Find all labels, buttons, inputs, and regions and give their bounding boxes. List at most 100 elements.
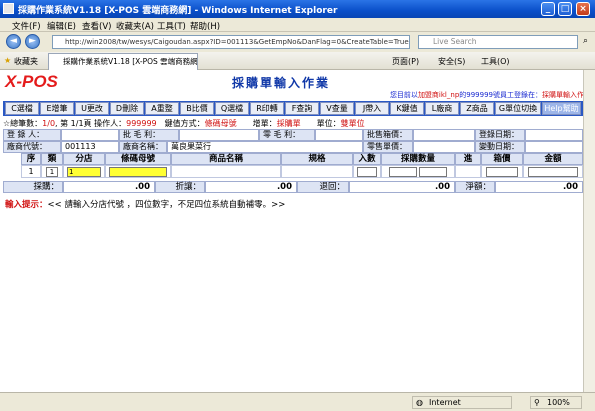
purchase-value: .00 bbox=[63, 181, 155, 193]
address-input[interactable]: http://win2008/tw/wesys/Caigoudan.aspx?I… bbox=[52, 35, 410, 49]
vendor-code-label: 廠商代號： bbox=[3, 141, 61, 153]
tool-page[interactable]: 页面(P) bbox=[392, 56, 419, 67]
btn-reset[interactable]: A重整 bbox=[145, 102, 179, 115]
menu-favorites[interactable]: 收藏夹(A) bbox=[116, 20, 154, 32]
btn-add[interactable]: E增筆 bbox=[40, 102, 74, 115]
minimize-button[interactable]: _ bbox=[541, 2, 555, 16]
btn-import[interactable]: J帶入 bbox=[355, 102, 389, 115]
zone-indicator: ◍ Internet bbox=[412, 396, 512, 409]
unit-label: 單位： bbox=[316, 119, 341, 128]
forward-icon[interactable]: ► bbox=[25, 34, 40, 49]
summary-row: 採購： .00 折讓： .00 退回： .00 淨額： .00 bbox=[3, 181, 583, 193]
status-line: ☆總筆數：1/0, 第 1/1頁 操作人：999999 鍵值方式：條碼母號 增單… bbox=[3, 119, 365, 128]
col-branch: 分店 bbox=[63, 153, 105, 165]
pack-input[interactable] bbox=[357, 167, 377, 177]
add-label: 增單： bbox=[252, 119, 277, 128]
menu-help[interactable]: 帮助(H) bbox=[190, 20, 220, 32]
amount-input[interactable] bbox=[528, 167, 578, 177]
btn-vendor[interactable]: L廠商 bbox=[425, 102, 459, 115]
barcode-input[interactable] bbox=[109, 167, 167, 177]
page-title: 採購單輸入作業 bbox=[232, 76, 331, 90]
search-icon[interactable]: ⌕ bbox=[583, 36, 588, 46]
cell-pack bbox=[353, 165, 381, 178]
btn-help[interactable]: Help幫助 bbox=[542, 102, 581, 115]
cell-seq: 1 bbox=[21, 165, 41, 178]
browser-tab[interactable]: 採購作業系統V1.18 [X-POS 雲端商務網] bbox=[48, 53, 198, 70]
vendor-code-field[interactable]: 001113 bbox=[61, 141, 119, 153]
btn-product[interactable]: Z商品 bbox=[460, 102, 494, 115]
reg-date-label: 登錄日期： bbox=[475, 129, 525, 141]
branch-input[interactable]: 1 bbox=[67, 167, 101, 177]
zoom-icon: ⚲ bbox=[534, 398, 540, 407]
reg-person-label: 登 錄 人： bbox=[3, 129, 61, 141]
zoom-control[interactable]: ⚲ 100% bbox=[530, 396, 582, 409]
col-amount: 金額 bbox=[523, 153, 583, 165]
btn-delete[interactable]: D刪除 bbox=[110, 102, 144, 115]
star-icon[interactable]: ★ bbox=[4, 56, 11, 65]
col-seq: 序 bbox=[21, 153, 41, 165]
menu-view[interactable]: 查看(V) bbox=[82, 20, 111, 32]
col-box-price: 箱價 bbox=[481, 153, 523, 165]
qty-box-input[interactable] bbox=[388, 167, 417, 177]
btn-qty[interactable]: V查量 bbox=[320, 102, 354, 115]
retail-price-label: 零售單價： bbox=[363, 141, 413, 153]
btn-update[interactable]: U更改 bbox=[75, 102, 109, 115]
tool-safety[interactable]: 安全(S) bbox=[438, 56, 465, 67]
wholesale-field[interactable] bbox=[413, 129, 475, 141]
gross-field[interactable] bbox=[179, 129, 259, 141]
col-qty: 採購數量 bbox=[381, 153, 455, 165]
cell-in bbox=[455, 165, 481, 178]
favorites-label[interactable]: 收藏夹 bbox=[14, 56, 38, 67]
page-content: X-POS 採購單輸入作業 您目前以加盟商ikl_np的999999號員工登錄在… bbox=[0, 70, 595, 392]
col-pack: 入數 bbox=[353, 153, 381, 165]
menu-edit[interactable]: 编辑(E) bbox=[47, 20, 76, 32]
retail-gross-field[interactable] bbox=[315, 129, 363, 141]
box-price-input[interactable] bbox=[486, 167, 518, 177]
cell-amount bbox=[523, 165, 583, 178]
cell-branch: 1 bbox=[63, 165, 105, 178]
menu-tools[interactable]: 工具(T) bbox=[157, 20, 186, 32]
wholesale-label: 批售箱價： bbox=[363, 129, 413, 141]
add-value: 採購單 bbox=[276, 119, 301, 128]
maximize-button[interactable]: □ bbox=[558, 2, 572, 16]
btn-key[interactable]: K鍵值 bbox=[390, 102, 424, 115]
btn-compare[interactable]: B比價 bbox=[180, 102, 214, 115]
btn-query[interactable]: F查詢 bbox=[285, 102, 319, 115]
col-in: 進 bbox=[455, 153, 481, 165]
vendor-name-field[interactable]: 萬良果菜行 bbox=[167, 141, 363, 153]
btn-select-q[interactable]: Q選檔 bbox=[215, 102, 249, 115]
btn-unit-switch[interactable]: G單位切換 bbox=[495, 102, 541, 115]
btn-print[interactable]: R印轉 bbox=[250, 102, 284, 115]
zoom-text: 100% bbox=[547, 398, 570, 407]
discount-label: 折讓： bbox=[155, 181, 205, 193]
login-info: 您目前以加盟商ikl_np的999999號員工登錄在：採購單輸入作業 bbox=[390, 90, 591, 100]
qty-unit-input[interactable] bbox=[419, 167, 448, 177]
hint-label: 輸入提示： bbox=[5, 200, 48, 210]
info-mid: 的999999號員工登錄在： bbox=[459, 91, 542, 99]
operator-label: 操作人： bbox=[94, 119, 127, 128]
cell-barcode bbox=[105, 165, 171, 178]
retail-price-field[interactable] bbox=[413, 141, 475, 153]
ie-app-icon bbox=[3, 3, 14, 14]
btn-select[interactable]: C選檔 bbox=[5, 102, 39, 115]
search-input[interactable]: Live Search bbox=[418, 35, 578, 49]
purchase-label: 採購： bbox=[3, 181, 63, 193]
back-icon[interactable]: ◄ bbox=[6, 34, 21, 49]
form-row-1: 登 錄 人： 批 毛 利： 零 毛 利： 批售箱價： 登錄日期： bbox=[3, 129, 583, 141]
reg-date-field[interactable] bbox=[525, 129, 583, 141]
status-page: 第 1/1頁 bbox=[60, 119, 92, 128]
change-date-field[interactable] bbox=[525, 141, 583, 153]
menu-file[interactable]: 文件(F) bbox=[12, 20, 41, 32]
change-date-label: 變動日期： bbox=[475, 141, 525, 153]
window-title-bar: 採購作業系統V1.18 [X-POS 雲端商務網] - Windows Inte… bbox=[0, 0, 595, 18]
menu-bar: 文件(F) 编辑(E) 查看(V) 收藏夹(A) 工具(T) 帮助(H) bbox=[0, 18, 595, 32]
cell-spec bbox=[281, 165, 353, 178]
cell-product-name bbox=[171, 165, 281, 178]
address-row: ◄ ► http://win2008/tw/wesys/Caigoudan.as… bbox=[0, 32, 595, 52]
return-label: 退回： bbox=[297, 181, 349, 193]
class-input[interactable]: 1 bbox=[46, 167, 58, 177]
vertical-scrollbar[interactable] bbox=[583, 70, 595, 392]
close-button[interactable]: × bbox=[576, 2, 590, 16]
tool-tools[interactable]: 工具(O) bbox=[481, 56, 510, 67]
reg-person-field[interactable] bbox=[61, 129, 119, 141]
